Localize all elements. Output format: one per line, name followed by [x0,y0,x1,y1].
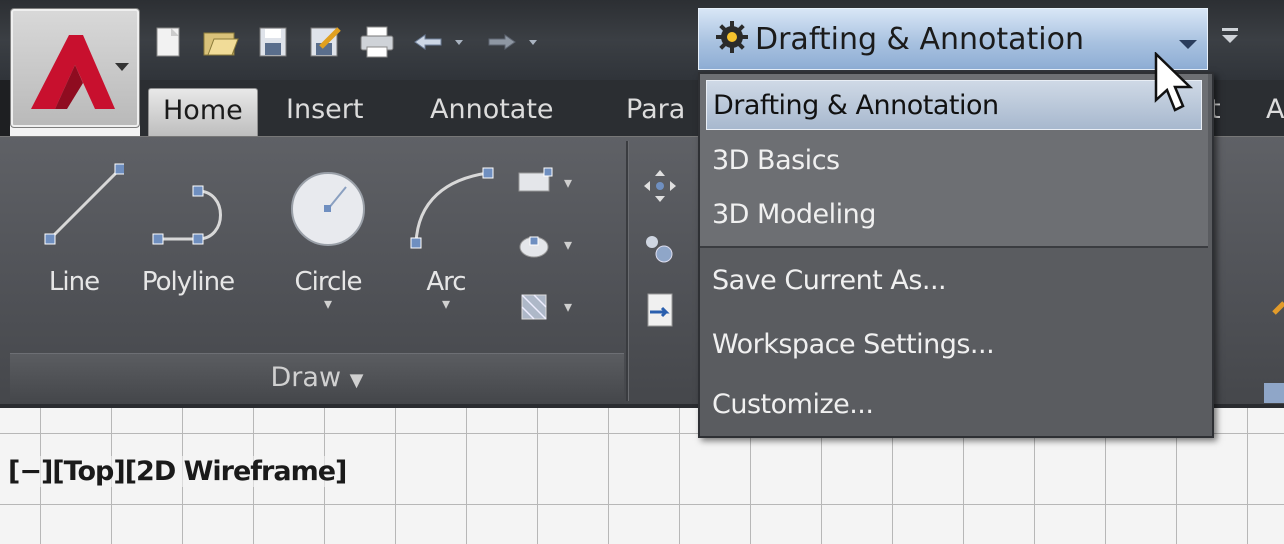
viewport-controls-label[interactable]: [−][Top][2D Wireframe] [8,456,347,487]
quick-access-icons [150,20,558,64]
draw-panel-footer[interactable]: Draw ▼ [10,353,624,404]
circle-label: Circle [294,267,362,297]
line-label: Line [48,267,100,297]
application-menu-button[interactable] [10,8,140,128]
redo-icon[interactable] [484,23,544,61]
panel-separator [626,141,629,401]
modify-small-tools [640,155,680,341]
draw-panel-title-text: Draw [270,362,342,393]
menu-divider [700,246,1208,248]
line-tool[interactable]: Line [24,151,126,297]
region-dropdown-icon[interactable]: ▾ [564,297,572,316]
arc-tool[interactable]: Arc ▾ [396,151,496,312]
stretch-tool[interactable] [640,279,680,341]
polyline-tool[interactable]: Polyline [138,151,238,297]
autocad-logo-icon [31,35,129,109]
copy-tool[interactable] [640,217,680,279]
tab-parametric[interactable]: Para [612,88,685,136]
arc-icon [410,167,494,249]
pencil-icon [1272,301,1284,315]
region-tool[interactable]: ▾ [516,275,572,337]
save-as-icon[interactable] [306,23,344,61]
layer-icon [1264,383,1284,403]
workspace-current-label: Drafting & Annotation [755,21,1084,57]
move-icon [644,170,676,202]
circle-tool[interactable]: Circle ▾ [278,151,378,312]
arc-dropdown-icon[interactable]: ▾ [396,296,496,312]
polyline-icon [152,185,222,245]
undo-icon[interactable] [410,23,470,61]
mouse-cursor-icon [1154,52,1194,112]
menu-item-workspace-settings[interactable]: Workspace Settings... [706,320,1202,370]
menu-item-3d-basics[interactable]: 3D Basics [706,136,1202,186]
rectangle-tool[interactable]: ▾ [516,151,572,213]
menu-item-3d-modeling[interactable]: 3D Modeling [706,190,1202,240]
line-icon [44,163,126,245]
copy-icon [646,236,673,263]
chevron-down-icon: ▼ [349,370,364,391]
autocad-window: Drafting & Annotation Home Insert Annota… [0,0,1284,544]
hatch-dropdown-icon[interactable]: ▾ [564,235,572,254]
workspace-switcher[interactable]: Drafting & Annotation [698,8,1208,70]
draw-small-tools: ▾ ▾ ▾ [516,151,572,337]
stretch-icon [647,293,673,327]
polyline-label: Polyline [141,267,235,297]
customize-toolbar-icon[interactable] [1216,20,1246,54]
circle-icon [291,172,365,246]
hatch-tool[interactable]: ▾ [516,213,572,275]
plot-icon[interactable] [358,23,396,61]
quick-access-toolbar: Drafting & Annotation [0,0,1284,80]
rectangle-icon [518,167,553,192]
menu-item-save-current-as[interactable]: Save Current As... [706,256,1202,306]
move-tool[interactable] [640,155,680,217]
draw-panel-title: Draw ▼ [10,362,624,393]
region-icon [521,294,547,320]
tab-annotate[interactable]: Annotate [416,88,568,136]
arc-label: Arc [426,267,466,297]
menu-item-drafting-annotation[interactable]: Drafting & Annotation [706,80,1202,130]
workspace-dropdown-menu: Drafting & Annotation 3D Basics 3D Model… [698,72,1214,438]
gear-icon [715,20,749,58]
hatch-icon [519,236,549,258]
circle-dropdown-icon[interactable]: ▾ [278,296,378,312]
menu-item-customize[interactable]: Customize... [706,380,1202,430]
open-icon[interactable] [202,23,240,61]
save-icon[interactable] [254,23,292,61]
tab-home[interactable]: Home [148,88,258,137]
new-icon[interactable] [150,23,188,61]
tab-insert[interactable]: Insert [272,88,377,136]
tab-partial-a[interactable]: A [1262,88,1284,136]
rectangle-dropdown-icon[interactable]: ▾ [564,173,572,192]
